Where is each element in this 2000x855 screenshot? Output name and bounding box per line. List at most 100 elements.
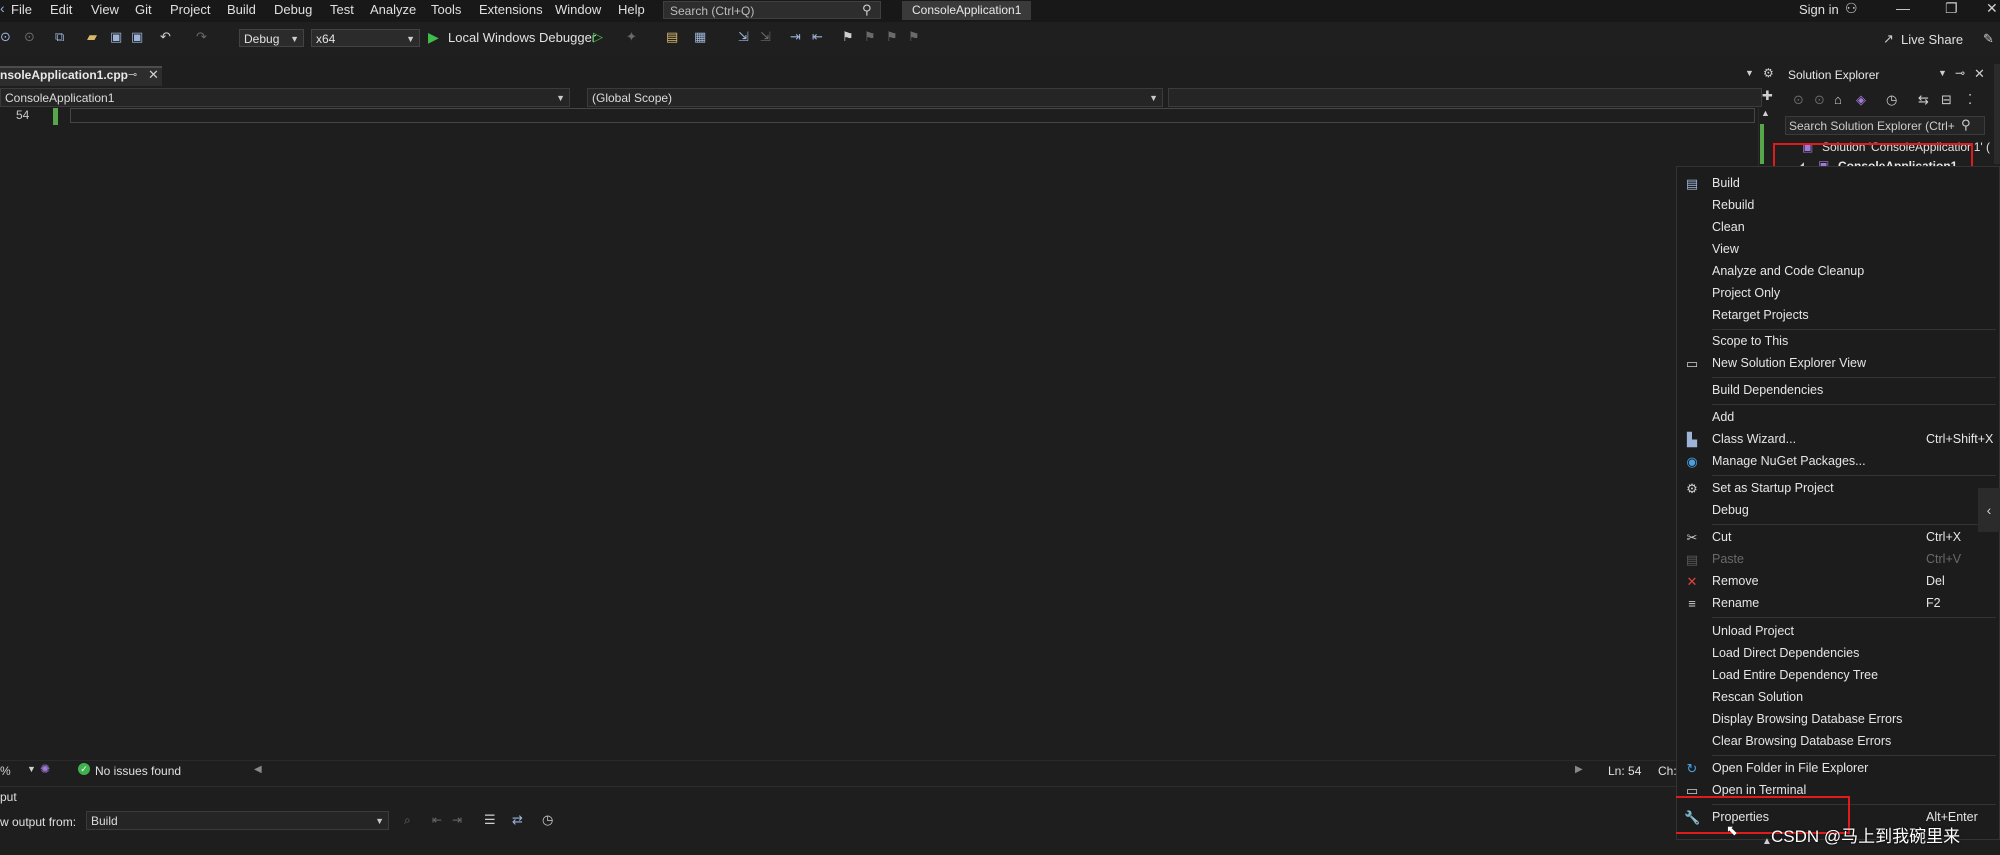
feedback-icon[interactable]: ✎ <box>1983 32 1997 46</box>
prev-message-icon[interactable]: ⇤ <box>432 813 442 827</box>
bookmark-icon[interactable]: ⚑ <box>842 30 856 44</box>
play-icon[interactable]: ▶ <box>428 29 439 46</box>
member-navigation-select[interactable] <box>1168 88 1762 107</box>
menu-project[interactable]: Project <box>170 2 210 17</box>
menu-item-rebuild[interactable]: Rebuild <box>1712 198 1754 212</box>
bookmark-prev-icon[interactable]: ⚑ <box>864 30 878 44</box>
menu-extensions[interactable]: Extensions <box>479 2 543 17</box>
menu-git[interactable]: Git <box>135 2 152 17</box>
forward-icon[interactable]: ⊙ <box>1814 92 1825 108</box>
menu-item-add[interactable]: Add <box>1712 410 1734 424</box>
back-icon[interactable]: ‹ <box>0 0 5 16</box>
menu-item-rescan[interactable]: Rescan Solution <box>1712 690 1803 704</box>
bookmark-clear-icon[interactable]: ⚑ <box>908 30 922 44</box>
pending-changes-icon[interactable]: ◷ <box>1886 92 1897 108</box>
menu-item-clear-errors[interactable]: Clear Browsing Database Errors <box>1712 734 1891 748</box>
hot-reload-icon[interactable]: ✦ <box>626 30 640 44</box>
configuration-select[interactable]: Debug ▼ <box>239 29 304 47</box>
restore-icon[interactable]: ❐ <box>1945 0 1958 17</box>
intellicode-icon[interactable]: ✺ <box>40 762 50 776</box>
home-icon[interactable]: ⌂ <box>1834 92 1842 107</box>
menu-item-nuget[interactable]: Manage NuGet Packages... <box>1712 454 1866 468</box>
indent-icon[interactable]: ⇥ <box>790 30 804 44</box>
menu-test[interactable]: Test <box>330 2 354 17</box>
menu-item-startup[interactable]: Set as Startup Project <box>1712 481 1834 495</box>
menu-item-remove[interactable]: Remove <box>1712 574 1759 588</box>
settings-icon[interactable]: ⚙ <box>1763 66 1774 80</box>
layout-icon[interactable]: ▦ <box>694 30 708 44</box>
search-icon[interactable]: ⚲ <box>1961 117 1971 133</box>
redo-icon[interactable]: ↷ <box>196 30 210 44</box>
account-icon[interactable]: ⚇ <box>1845 0 1858 17</box>
close-icon[interactable]: ✕ <box>1986 0 1998 17</box>
menu-item-load-direct[interactable]: Load Direct Dependencies <box>1712 646 1859 660</box>
live-share-icon[interactable]: ↗ <box>1883 32 1897 46</box>
switch-views-icon[interactable]: ◈ <box>1856 92 1866 108</box>
menu-window[interactable]: Window <box>555 2 601 17</box>
find-message-icon[interactable]: ⌕ <box>404 813 411 828</box>
menu-view[interactable]: View <box>91 2 119 17</box>
close-icon[interactable]: ✕ <box>1974 66 1985 82</box>
bookmark-next-icon[interactable]: ⚑ <box>886 30 900 44</box>
word-wrap-icon[interactable]: ⇄ <box>512 812 523 828</box>
platform-select[interactable]: x64 ▼ <box>311 29 420 47</box>
menu-item-build-dependencies[interactable]: Build Dependencies <box>1712 383 1823 397</box>
minimize-icon[interactable]: — <box>1896 0 1910 16</box>
start-debugger-button[interactable]: Local Windows Debugger <box>448 30 596 45</box>
forward-icon[interactable]: ⊙ <box>0 30 14 44</box>
scroll-up-icon[interactable]: ▲ <box>1761 108 1770 118</box>
step-icon[interactable]: ⇲ <box>738 30 752 44</box>
save-all-icon[interactable]: ▣ <box>131 30 145 44</box>
menu-build[interactable]: Build <box>227 2 256 17</box>
menu-item-analyze[interactable]: Analyze and Code Cleanup <box>1712 264 1864 278</box>
tab-dropdown-icon[interactable]: ▼ <box>1745 68 1754 78</box>
menu-analyze[interactable]: Analyze <box>370 2 416 17</box>
pin-icon[interactable]: ⊸ <box>1955 66 1965 80</box>
menu-item-load-tree[interactable]: Load Entire Dependency Tree <box>1712 668 1878 682</box>
live-share-button[interactable]: Live Share <box>1901 32 1963 47</box>
menu-item-project-only[interactable]: Project Only <box>1712 286 1780 300</box>
chevron-down-icon[interactable]: ▼ <box>27 764 36 774</box>
clear-all-icon[interactable]: ☰ <box>484 812 496 828</box>
menu-file[interactable]: File <box>11 2 32 17</box>
scope-navigation-select[interactable]: (Global Scope) ▼ <box>587 88 1163 107</box>
menu-item-display-errors[interactable]: Display Browsing Database Errors <box>1712 712 1902 726</box>
search-input[interactable]: Search (Ctrl+Q) <box>663 1 881 19</box>
side-tool-strip[interactable] <box>1994 64 2000 164</box>
menu-item-open-terminal[interactable]: Open in Terminal <box>1712 783 1806 797</box>
menu-item-view[interactable]: View <box>1712 242 1739 256</box>
issues-status[interactable]: No issues found <box>95 764 181 778</box>
project-navigation-select[interactable]: ConsoleApplication1 ▼ <box>0 88 570 107</box>
collapse-all-icon[interactable]: ⊟ <box>1941 92 1952 108</box>
menu-tools[interactable]: Tools <box>431 2 461 17</box>
sign-in-link[interactable]: Sign in <box>1799 2 1839 17</box>
next-message-icon[interactable]: ⇥ <box>452 813 462 827</box>
output-source-select[interactable]: Build ▼ <box>86 811 389 830</box>
back-icon[interactable]: ⊙ <box>1793 92 1804 108</box>
sync-icon[interactable]: ⇆ <box>1918 92 1929 108</box>
solution-explorer-search-input[interactable]: Search Solution Explorer (Ctrl+ <box>1785 116 1985 135</box>
menu-item-open-folder[interactable]: Open Folder in File Explorer <box>1712 761 1868 775</box>
scroll-left-icon[interactable]: ◀ <box>254 764 262 775</box>
search-icon[interactable]: ⚲ <box>862 2 872 18</box>
split-icon[interactable]: ✚ <box>1762 88 1773 104</box>
undo-icon[interactable]: ↶ <box>160 30 174 44</box>
timestamp-icon[interactable]: ◷ <box>542 812 553 828</box>
browse-icon[interactable]: ▤ <box>666 30 680 44</box>
menu-item-class-wizard[interactable]: Class Wizard... <box>1712 432 1796 446</box>
step-over-icon[interactable]: ⇲ <box>760 30 774 44</box>
nav-forward-icon[interactable]: ⊙ <box>24 30 38 44</box>
panel-dropdown-icon[interactable]: ▼ <box>1938 68 1947 78</box>
start-without-debugging-icon[interactable]: ▷ <box>593 30 607 44</box>
menu-item-rename[interactable]: Rename <box>1712 596 1759 610</box>
zoom-level[interactable]: % <box>0 764 11 778</box>
menu-item-cut[interactable]: Cut <box>1712 530 1731 544</box>
menu-debug[interactable]: Debug <box>274 2 312 17</box>
outdent-icon[interactable]: ⇤ <box>812 30 826 44</box>
close-icon[interactable]: ✕ <box>148 67 159 83</box>
line-indicator[interactable]: Ln: 54 <box>1608 764 1641 778</box>
open-folder-icon[interactable]: ▰ <box>87 30 101 44</box>
menu-item-new-view[interactable]: New Solution Explorer View <box>1712 356 1866 370</box>
menu-item-debug[interactable]: Debug <box>1712 503 1749 517</box>
more-icon[interactable]: ⁚ <box>1968 92 1972 108</box>
